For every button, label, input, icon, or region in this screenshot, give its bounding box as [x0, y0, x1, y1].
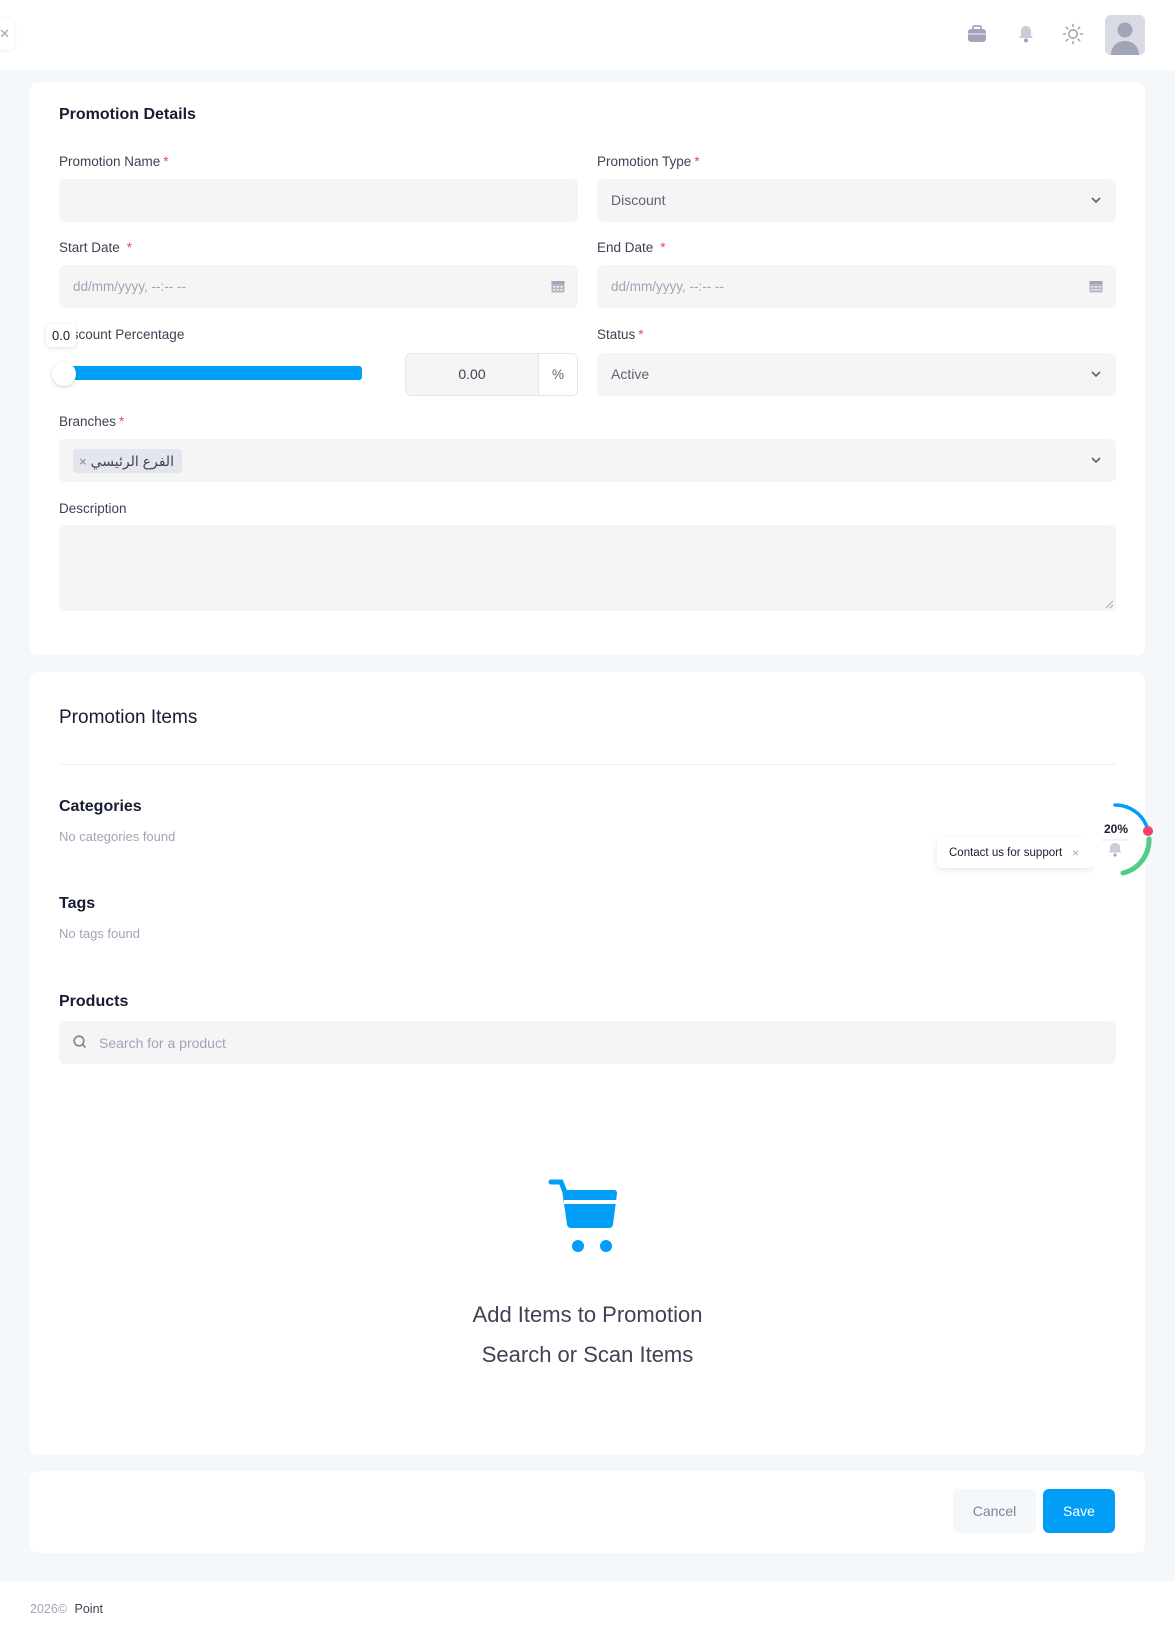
support-tooltip[interactable]: Contact us for support ×	[937, 837, 1094, 868]
remove-chip-icon[interactable]: ×	[79, 454, 87, 469]
promotion-type-select[interactable]: Discount	[597, 179, 1116, 222]
chevron-down-icon	[1091, 457, 1101, 464]
support-progress-text: 20%	[1103, 822, 1129, 836]
footer-brand-link[interactable]: Point	[75, 1602, 104, 1616]
status-label: Status *	[597, 327, 644, 342]
end-date-input[interactable]: dd/mm/yyyy, --:-- --	[597, 265, 1116, 308]
sun-icon[interactable]	[1061, 22, 1085, 46]
top-bar: ✕	[0, 0, 1175, 70]
sidebar-toggle-button[interactable]: ✕	[0, 18, 14, 50]
percent-addon: %	[538, 354, 577, 395]
divider	[59, 764, 1116, 765]
discount-percentage-input[interactable]: 0.00	[406, 354, 538, 395]
user-avatar-icon	[1105, 15, 1145, 55]
chevron-down-icon	[1091, 371, 1101, 378]
support-label: Contact us for support	[949, 846, 1063, 859]
empty-state-subtitle: Search or Scan Items	[481, 1342, 694, 1367]
chevron-down-icon	[1091, 197, 1101, 204]
cart-icon	[548, 1179, 618, 1252]
calendar-icon[interactable]	[1088, 278, 1104, 294]
discount-percentage-label: Discount Percentage	[59, 327, 185, 342]
search-icon	[73, 1035, 87, 1049]
promotion-details-title: Promotion Details	[59, 106, 196, 123]
start-date-input[interactable]: dd/mm/yyyy, --:-- --	[59, 265, 578, 308]
categories-title: Categories	[59, 798, 142, 815]
status-select[interactable]: Active	[597, 353, 1116, 396]
categories-empty-text: No categories found	[59, 829, 176, 844]
save-button[interactable]: Save	[1043, 1489, 1115, 1533]
close-icon: ✕	[0, 26, 10, 41]
promotion-items-title: Promotion Items	[59, 707, 198, 728]
start-date-label: Start Date *	[59, 240, 133, 255]
product-search-input[interactable]: Search for a product	[59, 1021, 1116, 1064]
tags-empty-text: No tags found	[59, 926, 140, 941]
branches-label: Branches *	[59, 414, 125, 429]
bell-icon[interactable]	[1014, 22, 1038, 46]
branch-chip-label: الفرع الرئيسي	[90, 452, 174, 469]
products-title: Products	[59, 993, 129, 1010]
discount-slider-track[interactable]	[62, 366, 362, 380]
calendar-icon[interactable]	[550, 278, 566, 294]
discount-slider-handle[interactable]	[52, 362, 76, 386]
branch-chip: × الفرع الرئيسي	[73, 449, 182, 473]
empty-state-title: Add Items to Promotion	[472, 1302, 703, 1327]
resize-handle-icon[interactable]	[1105, 600, 1114, 609]
promotion-name-label: Promotion Name *	[59, 154, 169, 169]
cancel-button[interactable]: Cancel	[953, 1489, 1036, 1533]
footer: 2026© Point	[0, 1581, 1175, 1643]
tags-title: Tags	[59, 895, 96, 912]
briefcase-icon[interactable]	[965, 22, 989, 46]
promotion-type-label: Promotion Type *	[597, 154, 700, 169]
user-avatar[interactable]	[1105, 15, 1145, 55]
end-date-label: End Date *	[597, 240, 666, 255]
support-progress-button[interactable]	[1079, 802, 1157, 880]
discount-percentage-input-group: 0.00 %	[405, 353, 578, 396]
description-label: Description	[59, 501, 127, 516]
promotion-name-input[interactable]	[59, 179, 578, 222]
description-textarea[interactable]	[59, 525, 1116, 611]
footer-year: 2026©	[30, 1602, 68, 1616]
branches-multiselect[interactable]	[59, 439, 1116, 482]
discount-slider-tooltip: 0.0	[46, 324, 77, 347]
